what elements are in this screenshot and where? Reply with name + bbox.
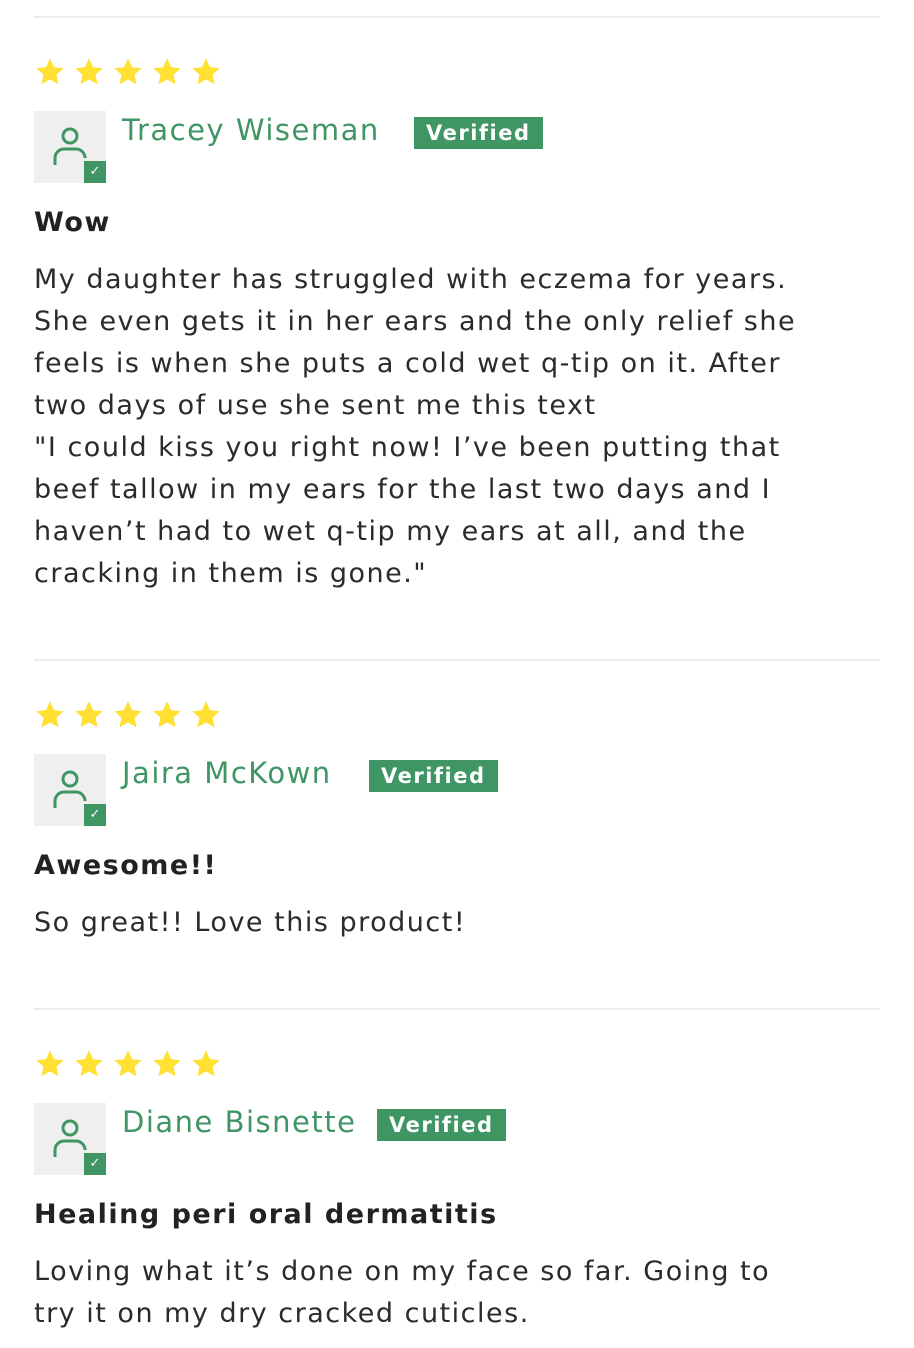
user-icon (53, 1119, 87, 1157)
review-item: ✓ Tracey Wiseman Verified Wow My daughte… (34, 55, 880, 595)
review-divider (34, 16, 880, 18)
star-icon (192, 1050, 220, 1077)
star-icon (153, 1050, 181, 1077)
star-icon (153, 701, 181, 728)
review-author: ✓ Jaira McKown Verified (34, 754, 880, 826)
star-icon (36, 58, 64, 85)
star-icon (192, 58, 220, 85)
star-icon (36, 1050, 64, 1077)
user-icon (53, 127, 87, 165)
avatar: ✓ (34, 1103, 106, 1175)
verified-badge: Verified (414, 117, 543, 149)
author-name[interactable]: Tracey Wiseman (122, 113, 380, 147)
verified-check-icon: ✓ (84, 161, 106, 183)
star-icon (114, 58, 142, 85)
review-item: ✓ Jaira McKown Verified Awesome!! So gre… (34, 698, 880, 944)
star-icon (75, 701, 103, 728)
review-item: ✓ Diane Bisnette Verified Healing peri o… (34, 1047, 880, 1335)
review-title: Awesome!! (34, 850, 218, 881)
star-rating (34, 698, 880, 732)
verified-check-icon: ✓ (84, 1153, 106, 1175)
star-icon (114, 1050, 142, 1077)
review-title: Healing peri oral dermatitis (34, 1199, 498, 1230)
review-author: ✓ Diane Bisnette Verified (34, 1103, 880, 1175)
review-body: Loving what it’s done on my face so far.… (34, 1256, 771, 1329)
review-divider (34, 1008, 880, 1010)
avatar: ✓ (34, 111, 106, 183)
avatar: ✓ (34, 754, 106, 826)
user-icon (53, 770, 87, 808)
review-divider (34, 659, 880, 661)
star-icon (192, 701, 220, 728)
author-name[interactable]: Diane Bisnette (122, 1105, 356, 1139)
verified-badge: Verified (377, 1109, 506, 1141)
review-body: So great!! Love this product! (34, 907, 467, 938)
verified-check-icon: ✓ (84, 804, 106, 826)
star-icon (75, 58, 103, 85)
verified-badge: Verified (369, 760, 498, 792)
review-title: Wow (34, 207, 111, 238)
star-icon (36, 701, 64, 728)
review-body: My daughter has struggled with eczema fo… (34, 264, 797, 589)
star-rating (34, 1047, 880, 1081)
star-icon (75, 1050, 103, 1077)
author-name[interactable]: Jaira McKown (122, 756, 332, 790)
star-icon (114, 701, 142, 728)
star-icon (153, 58, 181, 85)
star-rating (34, 55, 880, 89)
review-author: ✓ Tracey Wiseman Verified (34, 111, 880, 183)
